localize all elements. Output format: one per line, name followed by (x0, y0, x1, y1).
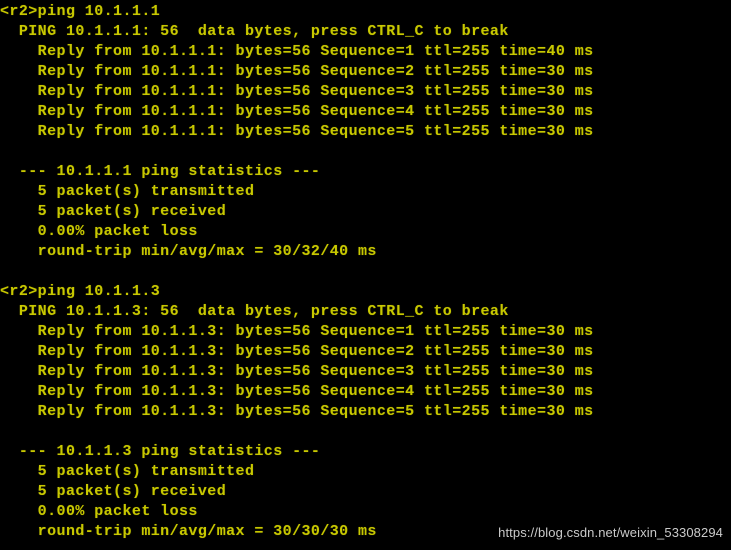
console-line: Reply from 10.1.1.1: bytes=56 Sequence=2… (0, 63, 594, 80)
console-line: 5 packet(s) received (0, 483, 227, 500)
console-line: Reply from 10.1.1.3: bytes=56 Sequence=4… (0, 383, 594, 400)
console-line: 5 packet(s) transmitted (0, 183, 255, 200)
console-line: 0.00% packet loss (0, 503, 198, 520)
console-line: Reply from 10.1.1.3: bytes=56 Sequence=5… (0, 403, 594, 420)
console-line: 5 packet(s) received (0, 203, 227, 220)
console-line: Reply from 10.1.1.3: bytes=56 Sequence=3… (0, 363, 594, 380)
console-line: Reply from 10.1.1.3: bytes=56 Sequence=2… (0, 343, 594, 360)
console-line: Reply from 10.1.1.1: bytes=56 Sequence=1… (0, 43, 594, 60)
console-line: round-trip min/avg/max = 30/32/40 ms (0, 243, 377, 260)
console-line: <r2>ping 10.1.1.3 (0, 283, 161, 300)
console-line: Reply from 10.1.1.1: bytes=56 Sequence=4… (0, 103, 594, 120)
terminal-window[interactable]: <r2>ping 10.1.1.1 PING 10.1.1.1: 56 data… (0, 0, 731, 550)
console-line: Reply from 10.1.1.1: bytes=56 Sequence=5… (0, 123, 594, 140)
console-output[interactable]: <r2>ping 10.1.1.1 PING 10.1.1.1: 56 data… (0, 0, 731, 542)
console-line: 0.00% packet loss (0, 223, 198, 240)
console-line: 5 packet(s) transmitted (0, 463, 255, 480)
watermark-text: https://blog.csdn.net/weixin_53308294 (498, 525, 723, 540)
console-line: <r2>ping 10.1.1.1 (0, 3, 161, 20)
console-line: --- 10.1.1.1 ping statistics --- (0, 163, 321, 180)
console-line: PING 10.1.1.1: 56 data bytes, press CTRL… (0, 23, 509, 40)
console-line: Reply from 10.1.1.3: bytes=56 Sequence=1… (0, 323, 594, 340)
console-line: PING 10.1.1.3: 56 data bytes, press CTRL… (0, 303, 509, 320)
console-line: Reply from 10.1.1.1: bytes=56 Sequence=3… (0, 83, 594, 100)
console-line: --- 10.1.1.3 ping statistics --- (0, 443, 321, 460)
